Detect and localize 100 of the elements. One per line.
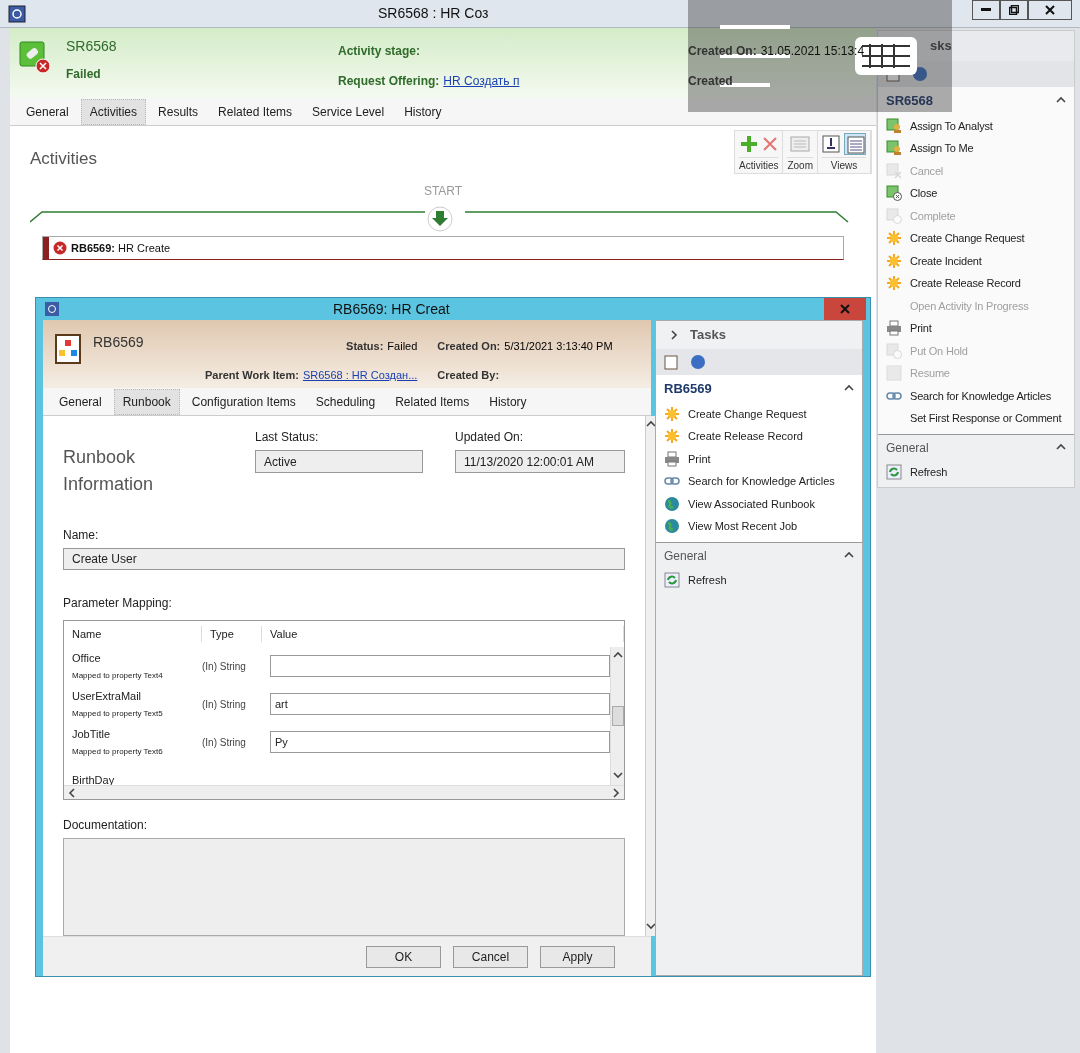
parameter-mapping: Mapped to property Text4 — [72, 670, 164, 683]
app-icon[interactable] — [44, 301, 60, 317]
field-label: Status: — [346, 339, 384, 354]
tab[interactable]: Related Items — [387, 389, 478, 415]
minimize-button[interactable] — [972, 0, 1000, 20]
add-icon[interactable] — [739, 135, 758, 153]
activity-row[interactable]: RB6569: HR Create — [42, 236, 844, 260]
name-field[interactable]: Create User — [63, 548, 625, 570]
column-header[interactable]: Value — [262, 625, 624, 643]
tab[interactable]: Scheduling — [307, 389, 384, 415]
tab[interactable]: Runbook — [113, 389, 180, 415]
activity-title: RB6569: HR Create — [71, 240, 171, 256]
field-label: Created — [688, 73, 733, 90]
column-header[interactable]: Name — [64, 625, 202, 643]
caret-right-icon[interactable] — [610, 787, 620, 798]
task-item[interactable]: Create Incident — [878, 249, 1074, 272]
delete-icon[interactable] — [761, 136, 778, 152]
field-label: Created On: — [437, 339, 501, 354]
tab[interactable]: Related Items — [210, 99, 301, 125]
toolbar-group-label: Activities — [739, 157, 779, 173]
tab[interactable]: Configuration Items — [183, 389, 304, 415]
tab[interactable]: Results — [150, 99, 207, 125]
field-label: Created By: — [437, 367, 500, 383]
check-icon — [886, 207, 902, 224]
section-title: Activities — [30, 148, 98, 170]
tab[interactable]: General — [18, 99, 77, 125]
parent-work-item-link[interactable]: SR6568 : HR Создан... — [302, 366, 418, 383]
caret-down-icon[interactable] — [612, 771, 623, 781]
sun-icon — [664, 405, 680, 422]
close-icon — [1045, 5, 1055, 15]
field-value: Failed — [387, 339, 418, 354]
toolbar-group-label: Views — [822, 157, 866, 173]
general-section-title: General — [886, 439, 929, 457]
refresh-icon — [886, 463, 902, 480]
tab[interactable]: Service Level — [304, 99, 393, 125]
field-label: Name: — [63, 527, 100, 544]
task-item[interactable]: Close — [878, 182, 1074, 205]
dialog-button[interactable]: Cancel — [453, 945, 528, 968]
updated-on-field[interactable]: 11/13/2020 12:00:01 AM — [455, 450, 625, 473]
person-icon — [886, 117, 902, 134]
section-heading: Runbook Information — [63, 446, 155, 496]
sun-icon — [886, 275, 902, 292]
parameter-type: (In) String — [202, 737, 246, 748]
documentation-field[interactable] — [63, 838, 625, 936]
task-item[interactable]: Create Release Record — [656, 425, 862, 448]
task-item[interactable]: Create Release Record — [878, 272, 1074, 295]
vertical-scrollbar[interactable] — [610, 647, 624, 785]
parameter-name: JobTitle — [72, 726, 112, 742]
sun-icon — [886, 252, 902, 269]
parameter-value-field[interactable]: art — [270, 693, 610, 715]
close-icon — [886, 185, 902, 202]
field-label: Parameter Mapping: — [63, 595, 173, 612]
task-item[interactable]: Create Change Request — [656, 402, 862, 425]
task-item[interactable]: View Associated Runbook — [656, 492, 862, 515]
caret-left-icon[interactable] — [68, 787, 78, 798]
column-header[interactable]: Type — [202, 625, 262, 643]
tab[interactable]: Activities — [80, 99, 147, 125]
request-offering-link[interactable]: HR Создать п — [443, 72, 520, 90]
scroll-thumb[interactable] — [611, 706, 624, 726]
tab[interactable]: General — [51, 389, 110, 415]
tasks-title: Tasks — [690, 326, 726, 345]
request-status: Failed — [66, 66, 102, 83]
horizontal-scrollbar[interactable] — [64, 785, 624, 799]
person-icon — [886, 140, 902, 157]
last-status-field[interactable]: Active — [255, 450, 423, 473]
pause-icon — [886, 342, 902, 359]
caret-right-icon[interactable] — [668, 330, 678, 340]
dialog-button[interactable]: Apply — [540, 945, 615, 968]
task-item[interactable]: Assign To Me — [878, 137, 1074, 160]
parameter-type: (In) String — [202, 699, 246, 710]
parameter-type: (In) String — [202, 661, 246, 672]
field-label: Request Offering: — [338, 73, 440, 90]
close-button[interactable] — [1028, 0, 1072, 20]
caret-down-icon[interactable] — [646, 922, 656, 932]
task-item[interactable]: Search for Knowledge Articles — [878, 384, 1074, 407]
task-item[interactable]: Create Change Request — [878, 227, 1074, 250]
parameter-value-field[interactable] — [270, 655, 610, 677]
flow-view-icon[interactable] — [822, 135, 840, 153]
app-icon[interactable] — [8, 4, 26, 23]
task-item[interactable]: Assign To Analyst — [878, 114, 1074, 137]
restore-button[interactable] — [1000, 0, 1028, 20]
dialog-title: RB6569: HR Creat — [333, 299, 450, 319]
parameter-value-field[interactable]: Py — [270, 731, 610, 753]
task-item[interactable]: Print — [878, 317, 1074, 340]
resume-icon — [886, 365, 902, 382]
parameter-name: UserExtraMail — [72, 688, 143, 704]
task-item[interactable]: Search for Knowledge Articles — [656, 470, 862, 493]
tab[interactable]: History — [481, 389, 535, 415]
minimize-icon — [981, 8, 991, 12]
task-item[interactable]: Set First Response or Comment — [878, 407, 1074, 430]
parameter-name: Office — [72, 650, 102, 666]
task-item[interactable]: View Most Recent Job — [656, 515, 862, 538]
task-item[interactable]: Print — [656, 447, 862, 470]
parameter-mapping: Mapped to property Text5 — [72, 708, 164, 721]
tab[interactable]: History — [396, 99, 450, 125]
field-label: Parent Work Item: — [205, 367, 299, 383]
field-label: Updated On: — [455, 429, 525, 446]
vertical-scrollbar[interactable] — [645, 416, 656, 936]
dialog-button[interactable]: OK — [366, 945, 441, 968]
globe-icon — [664, 495, 680, 512]
